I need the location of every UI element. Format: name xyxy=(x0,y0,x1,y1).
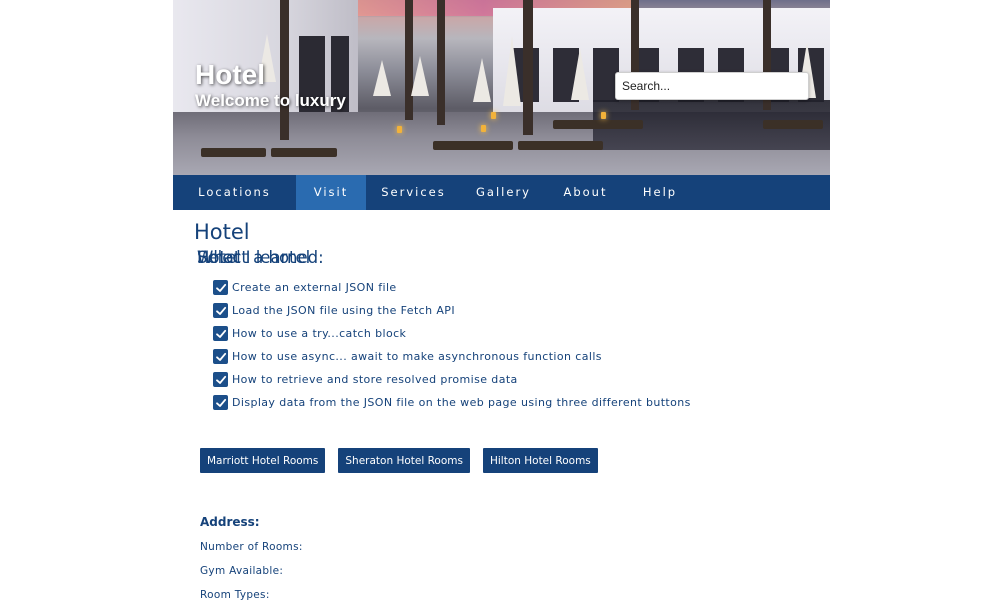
learned-item: How to retrieve and store resolved promi… xyxy=(213,368,691,391)
hotel-details-heading: Hotel xyxy=(197,248,241,267)
hilton-button[interactable]: Hilton Hotel Rooms xyxy=(482,448,598,473)
brand: Hotel Welcome to luxury xyxy=(195,58,346,110)
checkmark-icon xyxy=(215,306,226,315)
learned-item-label: How to use async... await to make asynch… xyxy=(232,350,602,363)
learned-item: Load the JSON file using the Fetch API xyxy=(213,299,691,322)
learned-item: How to use a try...catch block xyxy=(213,322,691,345)
checkbox-checked[interactable] xyxy=(213,395,228,410)
nav-services[interactable]: Services xyxy=(366,175,461,210)
checkbox-checked[interactable] xyxy=(213,280,228,295)
hotel-buttons: Marriott Hotel Rooms Sheraton Hotel Room… xyxy=(200,448,611,473)
room-types-label: Room Types: xyxy=(200,589,270,600)
site-tagline: Welcome to luxury xyxy=(195,91,346,110)
sheraton-button[interactable]: Sheraton Hotel Rooms xyxy=(338,448,470,473)
page-title: Hotel xyxy=(194,220,250,244)
learned-item-label: Create an external JSON file xyxy=(232,281,397,294)
learned-item-label: Display data from the JSON file on the w… xyxy=(232,396,691,409)
rooms-label: Number of Rooms: xyxy=(200,541,303,553)
nav-about[interactable]: About xyxy=(546,175,625,210)
checkbox-checked[interactable] xyxy=(213,349,228,364)
checkbox-checked[interactable] xyxy=(213,326,228,341)
site-title: Hotel xyxy=(195,59,265,90)
checkmark-icon xyxy=(215,398,226,407)
learned-item-label: How to retrieve and store resolved promi… xyxy=(232,373,518,386)
checkbox-checked[interactable] xyxy=(213,372,228,387)
learned-item: Create an external JSON file xyxy=(213,276,691,299)
checkmark-icon xyxy=(215,329,226,338)
hero-banner: Hotel Welcome to luxury xyxy=(173,0,830,175)
nav-locations[interactable]: Locations xyxy=(173,175,296,210)
learned-list: Create an external JSON file Load the JS… xyxy=(213,276,691,414)
learned-item-label: Load the JSON file using the Fetch API xyxy=(232,304,455,317)
gym-label: Gym Available: xyxy=(200,565,284,577)
marriott-button[interactable]: Marriott Hotel Rooms xyxy=(200,448,326,473)
nav-visit[interactable]: Visit xyxy=(296,175,366,210)
checkmark-icon xyxy=(215,352,226,361)
page: Hotel Welcome to luxury Locations Visit … xyxy=(173,0,830,600)
main-nav: Locations Visit Services Gallery About H… xyxy=(173,175,830,210)
learned-item: Display data from the JSON file on the w… xyxy=(213,391,691,414)
address-label: Address: xyxy=(200,515,260,529)
checkmark-icon xyxy=(215,283,226,292)
checkbox-checked[interactable] xyxy=(213,303,228,318)
search-input[interactable] xyxy=(615,72,809,100)
learned-item: How to use async... await to make asynch… xyxy=(213,345,691,368)
main-content: Hotel What I learned: Create an external… xyxy=(173,210,830,600)
nav-help[interactable]: Help xyxy=(625,175,695,210)
nav-gallery[interactable]: Gallery xyxy=(461,175,546,210)
learned-item-label: How to use a try...catch block xyxy=(232,327,407,340)
checkmark-icon xyxy=(215,375,226,384)
